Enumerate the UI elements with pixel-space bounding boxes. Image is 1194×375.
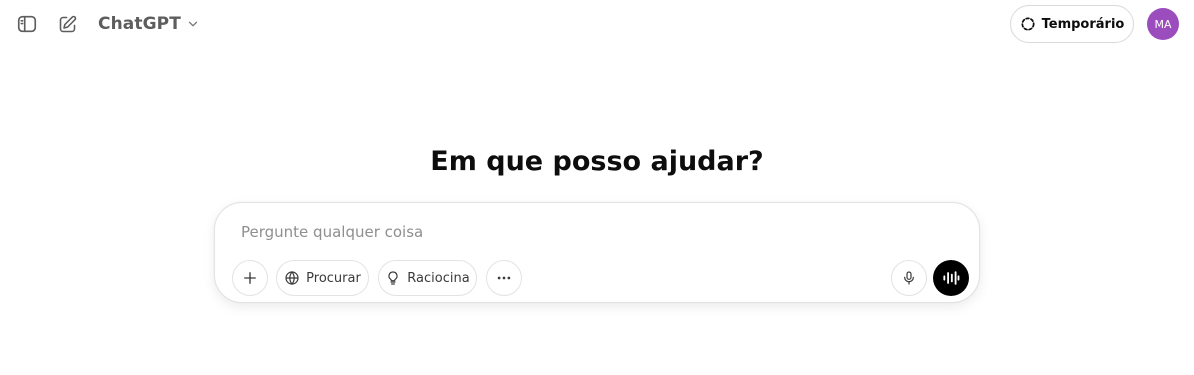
ellipsis-icon [497,276,511,280]
dictate-button[interactable] [891,260,927,296]
composer: Procurar Raciocina [214,202,980,303]
edit-icon [59,15,76,32]
model-name: ChatGPT [98,14,181,34]
chevron-down-icon [186,17,200,31]
new-chat-button[interactable] [51,8,83,40]
lightbulb-icon [388,271,398,285]
page-title: Em que posso ajudar? [430,146,764,177]
top-bar: ChatGPT Temporário MA [0,0,1194,50]
globe-icon [285,271,299,285]
add-button[interactable] [232,260,268,296]
sidebar-toggle-button[interactable] [11,8,43,40]
avatar-initials: MA [1154,17,1172,31]
temporary-chat-button[interactable]: Temporário [1010,5,1134,43]
dashed-circle-icon [1021,17,1035,31]
search-button-label: Procurar [306,270,361,286]
more-tools-button[interactable] [486,260,522,296]
temporary-chat-label: Temporário [1041,16,1125,32]
sidebar-icon [17,15,37,33]
waveform-icon [943,271,960,285]
search-button[interactable]: Procurar [276,260,369,296]
plus-icon [244,272,256,284]
microphone-icon [904,271,914,285]
model-switcher[interactable]: ChatGPT [90,8,208,40]
voice-mode-button[interactable] [933,260,969,296]
avatar[interactable]: MA [1147,8,1179,40]
reason-button-label: Raciocina [407,270,470,286]
prompt-input[interactable] [241,219,881,245]
reason-button[interactable]: Raciocina [378,260,477,296]
